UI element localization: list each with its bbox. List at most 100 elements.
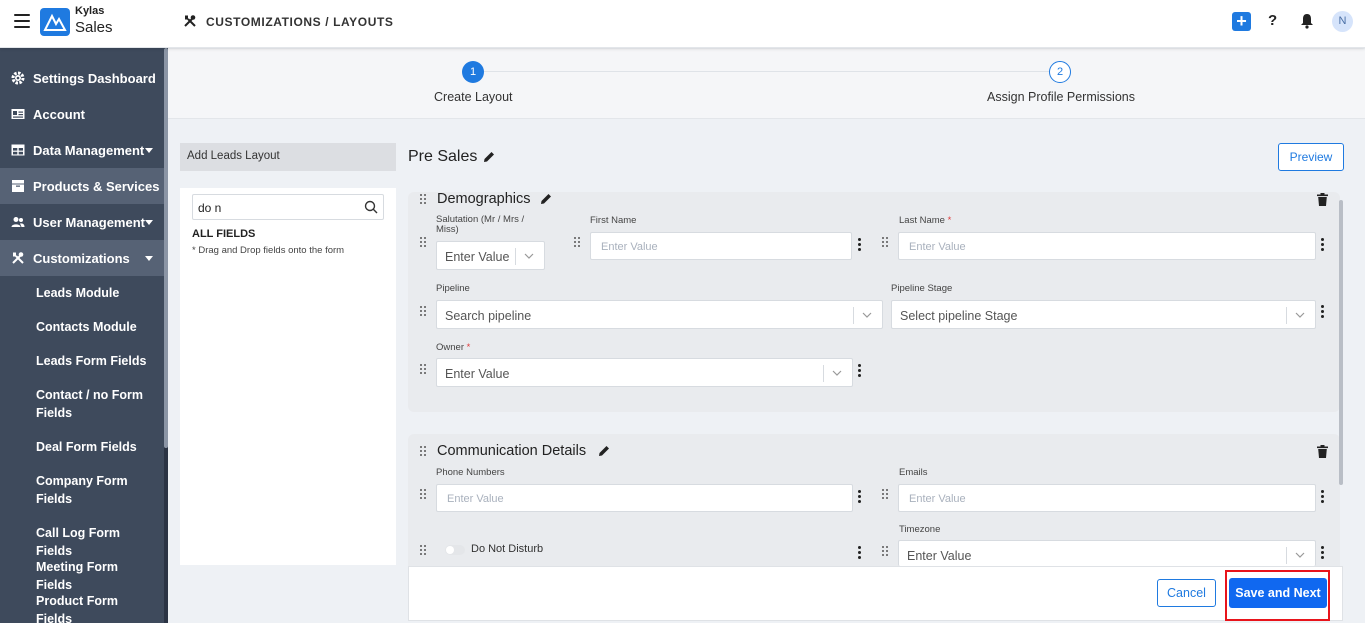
- chevron-down-icon[interactable]: [145, 148, 153, 153]
- gear-icon: [11, 71, 25, 85]
- emails-field[interactable]: Enter Value: [898, 484, 1316, 512]
- drag-handle-icon[interactable]: [420, 446, 428, 458]
- sidebar-item-label: User Management: [33, 215, 145, 230]
- more-options-icon[interactable]: [1321, 238, 1325, 252]
- drag-handle-icon[interactable]: [420, 194, 428, 206]
- highlight-box: [1225, 570, 1330, 621]
- preview-button[interactable]: Preview: [1278, 143, 1344, 171]
- top-bar: Kylas Sales CUSTOMIZATIONS / LAYOUTS + ?…: [0, 0, 1365, 48]
- sidebar-item-label: Settings Dashboard: [33, 71, 156, 86]
- phone-numbers-field[interactable]: Enter Value: [436, 484, 853, 512]
- sidebar-item-user-management[interactable]: User Management: [0, 204, 164, 240]
- sidebar-item-products-services[interactable]: Products & Services: [0, 168, 164, 204]
- id-card-icon: [11, 109, 25, 119]
- drag-handle-icon[interactable]: [420, 545, 428, 557]
- pipeline-stage-select[interactable]: Select pipeline Stage: [891, 300, 1316, 329]
- drag-handle-icon[interactable]: [420, 489, 428, 501]
- quick-add-button[interactable]: +: [1232, 12, 1251, 31]
- table-icon: [11, 144, 25, 156]
- section-title: Demographics: [437, 191, 531, 207]
- pipeline-select[interactable]: Search pipeline: [436, 300, 883, 329]
- more-options-icon[interactable]: [858, 364, 862, 378]
- sidebar-item-label: Customizations: [33, 251, 130, 266]
- form-scrollbar[interactable]: [1339, 200, 1343, 485]
- do-not-disturb-label: Do Not Disturb: [471, 543, 544, 555]
- pipeline-stage-label: Pipeline Stage: [891, 283, 953, 294]
- more-options-icon[interactable]: [1321, 305, 1325, 319]
- drag-handle-icon[interactable]: [420, 237, 428, 249]
- brand-product: Sales: [75, 19, 113, 36]
- drag-handle-icon[interactable]: [420, 364, 428, 376]
- sidebar-item-account[interactable]: Account: [0, 96, 164, 132]
- chevron-down-icon[interactable]: [145, 256, 153, 261]
- section-title: Communication Details: [437, 443, 587, 459]
- more-options-icon[interactable]: [1321, 490, 1325, 504]
- breadcrumb: CUSTOMIZATIONS / LAYOUTS: [206, 15, 394, 29]
- hamburger-menu-icon[interactable]: [14, 14, 30, 28]
- users-icon: [11, 217, 25, 227]
- sidebar-item-label: Data Management: [33, 143, 145, 158]
- pencil-icon[interactable]: [540, 193, 552, 205]
- search-icon[interactable]: [364, 200, 378, 214]
- timezone-label: Timezone: [899, 524, 941, 535]
- sidebar-item-settings-dashboard[interactable]: Settings Dashboard: [0, 60, 164, 96]
- sidebar: Settings Dashboard Account Data Manageme…: [0, 48, 164, 623]
- tools-icon: [12, 252, 24, 264]
- drag-drop-hint: * Drag and Drop fields onto the form: [192, 245, 345, 256]
- chevron-down-icon[interactable]: [831, 367, 843, 379]
- search-value: do n: [198, 201, 222, 215]
- trash-icon[interactable]: [1317, 193, 1328, 206]
- timezone-select[interactable]: Enter Value: [898, 540, 1316, 566]
- box-icon: [12, 180, 24, 192]
- salutation-label: Salutation (Mr / Mrs / Miss): [436, 214, 525, 235]
- step-1-indicator: 1: [462, 61, 484, 83]
- drag-handle-icon[interactable]: [882, 489, 890, 501]
- more-options-icon[interactable]: [1321, 546, 1325, 560]
- cancel-button[interactable]: Cancel: [1157, 579, 1216, 607]
- avatar[interactable]: N: [1332, 11, 1353, 32]
- pencil-icon[interactable]: [598, 445, 610, 457]
- more-options-icon[interactable]: [858, 546, 862, 560]
- drag-handle-icon[interactable]: [574, 237, 582, 249]
- sidebar-item-data-management[interactable]: Data Management: [0, 132, 164, 168]
- layout-title: Pre Sales: [408, 148, 478, 165]
- salutation-select[interactable]: Enter Value: [436, 241, 545, 270]
- field-search-input[interactable]: do n: [192, 194, 384, 220]
- do-not-disturb-toggle[interactable]: [445, 545, 465, 555]
- more-options-icon[interactable]: [858, 490, 862, 504]
- drag-handle-icon[interactable]: [420, 306, 428, 318]
- bell-icon[interactable]: [1300, 13, 1314, 29]
- chevron-down-icon[interactable]: [861, 309, 873, 321]
- sidebar-item-customizations[interactable]: Customizations: [0, 240, 164, 276]
- help-icon[interactable]: ?: [1268, 12, 1277, 29]
- stepper: 1 2 Create Layout Assign Profile Permiss…: [168, 49, 1365, 119]
- last-name-label: Last Name *: [899, 215, 952, 226]
- brand-name: Kylas: [75, 5, 105, 17]
- last-name-field[interactable]: Enter Value: [898, 232, 1316, 260]
- chevron-down-icon[interactable]: [1294, 309, 1306, 321]
- emails-label: Emails: [899, 467, 928, 478]
- chevron-down-icon[interactable]: [523, 250, 535, 262]
- pencil-icon[interactable]: [483, 151, 495, 163]
- step-connector: [475, 71, 1060, 72]
- trash-icon[interactable]: [1317, 445, 1328, 458]
- sidebar-item-label: Account: [33, 107, 85, 122]
- step-1-label: Create Layout: [434, 90, 513, 104]
- owner-select[interactable]: Enter Value: [436, 358, 853, 387]
- step-2-label: Assign Profile Permissions: [987, 90, 1135, 104]
- tools-icon: [184, 15, 196, 27]
- chevron-down-icon[interactable]: [1294, 549, 1306, 561]
- add-leads-layout-tab[interactable]: Add Leads Layout: [180, 143, 396, 171]
- phone-numbers-label: Phone Numbers: [436, 467, 505, 478]
- all-fields-heading: ALL FIELDS: [192, 228, 256, 240]
- owner-label: Owner *: [436, 342, 471, 353]
- pipeline-label: Pipeline: [436, 283, 470, 294]
- sidebar-scrollbar[interactable]: [164, 48, 168, 623]
- chevron-down-icon[interactable]: [145, 220, 153, 225]
- sidebar-item-label: Products & Services: [33, 179, 160, 194]
- more-options-icon[interactable]: [858, 238, 862, 252]
- drag-handle-icon[interactable]: [882, 237, 890, 249]
- drag-handle-icon[interactable]: [882, 546, 890, 558]
- first-name-field[interactable]: Enter Value: [590, 232, 852, 260]
- step-2-indicator: 2: [1049, 61, 1071, 83]
